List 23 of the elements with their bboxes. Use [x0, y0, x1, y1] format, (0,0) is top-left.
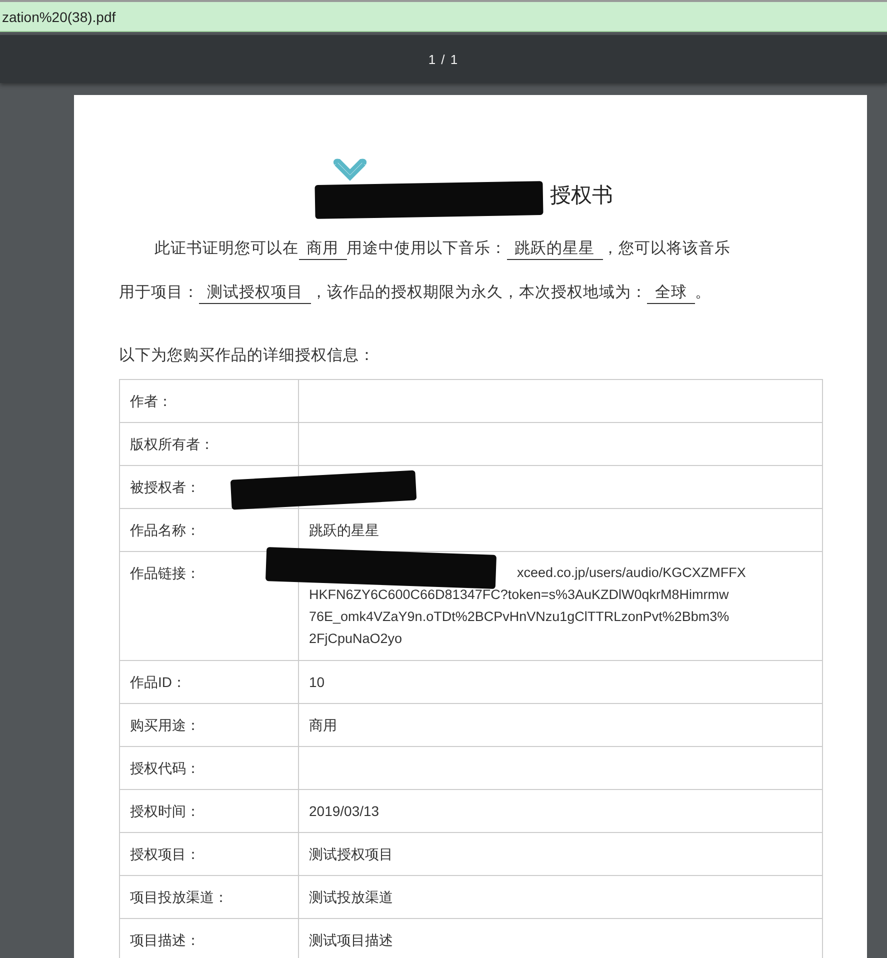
tab-title: zation%20(38).pdf [1, 8, 116, 24]
table-cell-text: 项目描述： [129, 931, 201, 950]
table-cell: 测试授权项目 [298, 833, 822, 875]
table-caption: 以下为您购买作品的详细授权信息： [119, 346, 376, 366]
table-cell-text: 作品ID： [129, 673, 187, 692]
table-cell-text: 被授权者： [129, 478, 201, 497]
table-cell: 商用 [298, 704, 822, 746]
table-cell: 测试投放渠道 [298, 876, 822, 918]
table-cell-text: 版权所有者： [129, 435, 215, 454]
table-cell-text: 作者： [129, 392, 173, 411]
table-cell: 2019/03/13 [298, 790, 822, 832]
table-cell: 测试项目描述 [298, 919, 822, 958]
document-title: 授权书 [550, 183, 613, 209]
table-cell-text: 作品名称： [129, 521, 201, 540]
table-cell-text: 购买用途： [129, 716, 201, 735]
table-cell-text: 授权代码： [129, 759, 201, 778]
table-cell-text: 作品链接： [129, 564, 201, 583]
table-cell-text: 授权项目： [129, 845, 201, 864]
page-indicator: 1 / 1 [428, 52, 459, 66]
table-cell-text: 项目投放渠道： [129, 888, 229, 907]
table-cell-text: 授权时间： [129, 802, 201, 821]
table-cell: 10 [298, 661, 822, 703]
certificate-paragraph: 此证书证明您可以在 商用 用途中使用以下音乐： 跳跃的星星 ，您可以将该音乐 用于项目： 测试授权项目 ，该作品的授权期限为永久，本次授权地域为： 全球 。 [119, 227, 822, 315]
